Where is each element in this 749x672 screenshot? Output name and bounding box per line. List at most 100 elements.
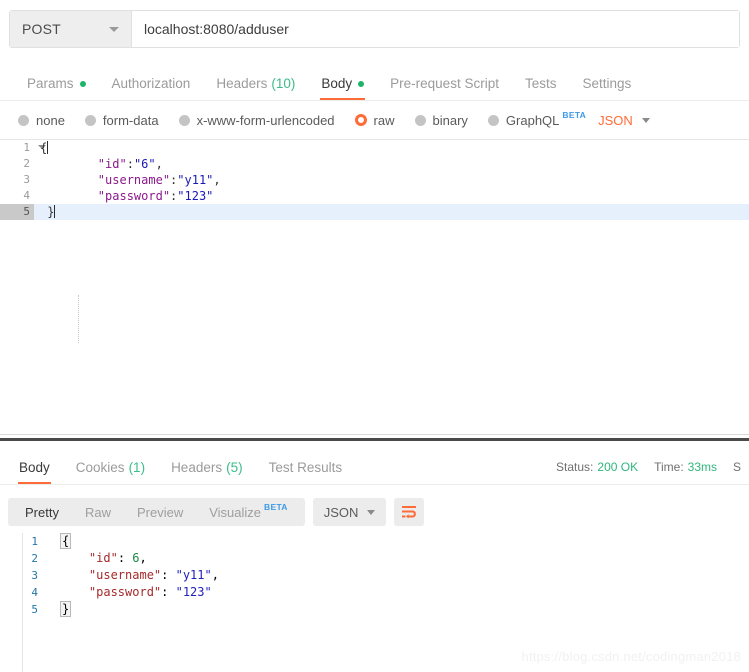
line-number: 1 (23, 141, 30, 154)
json-value: "6" (133, 157, 156, 171)
body-type-form-data[interactable]: form-data (84, 112, 159, 128)
body-type-form-data-label: form-data (102, 112, 159, 128)
body-type-raw[interactable]: raw (354, 112, 395, 128)
view-mode-pretty-label: Pretty (25, 504, 59, 520)
code-text: "password": "123" (60, 584, 212, 601)
json-key: "username" (88, 568, 162, 582)
request-format-label: JSON (598, 112, 633, 128)
request-url-input[interactable]: localhost:8080/adduser (132, 11, 739, 47)
chevron-down-icon (109, 27, 119, 32)
tab-headers[interactable]: Headers (10) (203, 76, 308, 100)
radio-icon (487, 114, 499, 126)
code-text: "password":"123" (40, 188, 214, 204)
view-mode-visualize-label: Visualize (209, 504, 262, 520)
json-close-brace: } (47, 205, 55, 219)
tab-params[interactable]: Params (14, 76, 99, 100)
json-value: "y11" (175, 568, 212, 582)
json-open-brace: { (60, 533, 72, 549)
json-value: 6 (132, 551, 140, 565)
json-colon: : (117, 551, 133, 565)
json-value: "y11" (177, 173, 214, 187)
radio-selected-icon (354, 114, 367, 126)
response-tab-cookies-label: Cookies (75, 460, 125, 475)
view-mode-pretty[interactable]: Pretty (12, 498, 72, 526)
tab-pre-request-script[interactable]: Pre-request Script (377, 76, 512, 100)
code-line[interactable]: 3 "username":"y11", (0, 172, 749, 188)
tab-headers-label: Headers (216, 76, 268, 91)
code-text: "id": 6, (60, 550, 147, 567)
chevron-down-icon (367, 509, 376, 515)
response-tab-cookies-count: (1) (128, 460, 146, 475)
body-type-binary[interactable]: binary (414, 112, 468, 128)
response-tab-cookies[interactable]: Cookies (1) (63, 460, 158, 484)
radio-icon (84, 114, 96, 126)
indent-guide (78, 295, 79, 343)
response-tab-headers-label: Headers (171, 460, 223, 475)
time-label: Time: (654, 460, 684, 474)
radio-icon (18, 114, 29, 126)
word-wrap-button[interactable] (394, 498, 425, 526)
response-code-line: 4 "password": "123" (0, 584, 749, 601)
tab-body[interactable]: Body (308, 76, 377, 100)
body-type-none[interactable]: none (18, 113, 65, 128)
response-tab-test-results[interactable]: Test Results (256, 460, 356, 484)
time-group: Time: 33ms (654, 460, 717, 474)
request-format-dropdown[interactable]: JSON (598, 113, 650, 128)
view-mode-raw[interactable]: Raw (72, 498, 124, 526)
text-cursor (54, 205, 56, 218)
code-line[interactable]: 1 { (0, 140, 749, 156)
code-line[interactable]: 4 "password":"123" (0, 188, 749, 204)
response-toolbar: Pretty Raw Preview Visualize BETA JSON (0, 492, 749, 532)
view-mode-preview[interactable]: Preview (124, 498, 196, 526)
http-method-dropdown[interactable]: POST (10, 11, 132, 47)
body-modified-dot-icon (358, 81, 365, 87)
response-format-dropdown[interactable]: JSON (312, 498, 387, 526)
response-tab-body[interactable]: Body (6, 460, 63, 484)
response-tab-test-results-label: Test Results (268, 460, 343, 475)
body-type-binary-label: binary (432, 112, 468, 128)
size-group-clipped: S (733, 460, 747, 474)
body-type-selector: none form-data x-www-form-urlencoded raw… (0, 103, 749, 137)
code-text: } (60, 601, 72, 618)
view-mode-visualize[interactable]: Visualize BETA (196, 498, 301, 526)
code-text: } (40, 204, 56, 220)
response-tab-headers[interactable]: Headers (5) (158, 460, 256, 484)
json-close-brace: } (60, 601, 72, 617)
response-code-line: 2 "id": 6, (0, 550, 749, 567)
tab-authorization[interactable]: Authorization (99, 76, 204, 100)
status-group: Status: 200 OK (556, 460, 638, 474)
code-text: "username":"y11", (40, 172, 221, 188)
http-method-label: POST (22, 21, 61, 37)
tab-settings[interactable]: Settings (569, 76, 644, 100)
json-key: "password" (97, 189, 171, 203)
body-type-x-www-form-urlencoded[interactable]: x-www-form-urlencoded (178, 113, 335, 128)
line-number: 4 (31, 586, 38, 599)
response-view-mode-group: Pretty Raw Preview Visualize BETA (8, 498, 305, 526)
line-number: 3 (23, 173, 30, 186)
code-line-active[interactable]: 5 } (0, 204, 749, 220)
json-colon: : (126, 157, 134, 171)
size-label: S (733, 460, 742, 474)
tab-tests[interactable]: Tests (512, 76, 570, 100)
json-key: "id" (88, 551, 118, 565)
response-meta: Status: 200 OK Time: 33ms S (540, 460, 747, 474)
body-type-raw-label: raw (373, 112, 395, 128)
tab-params-label: Params (27, 76, 74, 91)
response-code-line: 3 "username": "y11", (0, 567, 749, 584)
chevron-down-icon (641, 117, 650, 123)
request-body-editor[interactable]: 1 { 2 "id":"6", 3 "username":"y11", 4 "p… (0, 139, 749, 434)
json-colon: : (161, 585, 176, 599)
response-tab-body-label: Body (19, 460, 50, 475)
line-number: 5 (31, 603, 38, 616)
json-key: "password" (88, 585, 162, 599)
pane-split-divider[interactable] (0, 434, 749, 445)
body-type-graphql[interactable]: GraphQL BETA (487, 110, 586, 128)
status-value: 200 OK (597, 460, 639, 474)
response-format-label: JSON (323, 504, 359, 520)
line-number: 5 (0, 204, 34, 220)
response-code-line: 1 { (0, 533, 749, 550)
code-line[interactable]: 2 "id":"6", (0, 156, 749, 172)
